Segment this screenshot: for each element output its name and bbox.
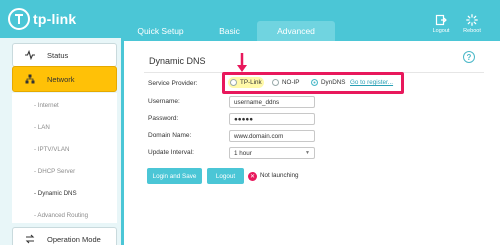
sidebar-item-lan[interactable]: - LAN xyxy=(34,124,50,131)
logout-header-label: Logout xyxy=(432,28,450,34)
sidebar-item-dynamic-dns[interactable]: - Dynamic DNS xyxy=(34,190,77,197)
tab-quick-setup[interactable]: Quick Setup xyxy=(119,21,202,41)
sidebar: Status Network - Internet - LAN - IPTV/V… xyxy=(0,38,121,245)
reboot-header-button[interactable]: Reboot xyxy=(455,14,489,34)
tp-link-logo-icon xyxy=(8,8,30,30)
sidebar-item-label: Status xyxy=(47,50,69,60)
highlight-box xyxy=(222,72,404,94)
brand-name: tp-link xyxy=(33,11,77,27)
sidebar-item-internet[interactable]: - Internet xyxy=(34,102,59,109)
operation-mode-icon xyxy=(25,234,35,244)
username-label: Username: xyxy=(148,98,180,105)
username-input[interactable]: username_ddns xyxy=(229,96,315,108)
password-input[interactable]: ●●●●● xyxy=(229,113,315,125)
error-x-icon: ✕ xyxy=(248,172,257,181)
main-panel: Dynamic DNS ? Service Provider: TP-Link … xyxy=(124,41,500,245)
sidebar-item-label: Operation Mode xyxy=(47,234,101,244)
logout-header-button[interactable]: Logout xyxy=(424,14,458,34)
tab-advanced[interactable]: Advanced xyxy=(257,21,335,41)
sidebar-item-network[interactable]: Network xyxy=(12,66,117,92)
chevron-down-icon: ▼ xyxy=(305,150,310,156)
help-icon[interactable]: ? xyxy=(463,51,475,63)
login-and-save-button[interactable]: Login and Save xyxy=(147,168,202,184)
tab-basic[interactable]: Basic xyxy=(202,21,257,41)
update-interval-label: Update Interval: xyxy=(148,149,194,156)
page-title: Dynamic DNS xyxy=(149,56,206,66)
status-icon xyxy=(25,50,35,60)
sidebar-item-advanced-routing[interactable]: - Advanced Routing xyxy=(34,212,88,219)
launch-status-text: Not launching xyxy=(260,172,299,179)
sidebar-item-label: Network xyxy=(47,74,75,84)
tp-link-logo: tp-link xyxy=(8,8,76,30)
reboot-icon xyxy=(466,14,478,26)
update-interval-value: 1 hour xyxy=(234,149,252,157)
domain-name-label: Domain Name: xyxy=(148,132,192,139)
network-submenu: - Internet - LAN - IPTV/VLAN - DHCP Serv… xyxy=(12,93,117,223)
reboot-header-label: Reboot xyxy=(463,28,481,34)
domain-name-input[interactable]: www.domain.com xyxy=(229,130,315,142)
sidebar-item-operation-mode[interactable]: Operation Mode xyxy=(12,227,117,245)
update-interval-select[interactable]: 1 hour ▼ xyxy=(229,147,315,159)
sidebar-item-dhcp-server[interactable]: - DHCP Server xyxy=(34,168,75,175)
password-label: Password: xyxy=(148,115,179,122)
logout-button[interactable]: Logout xyxy=(207,168,244,184)
pointer-arrow-icon xyxy=(237,53,247,72)
logout-icon xyxy=(435,14,447,26)
sidebar-item-iptv-vlan[interactable]: - IPTV/VLAN xyxy=(34,146,69,153)
top-tabs: Quick Setup Basic Advanced xyxy=(119,21,335,41)
network-icon xyxy=(25,74,35,84)
service-provider-label: Service Provider: xyxy=(148,80,198,87)
sidebar-item-status[interactable]: Status xyxy=(12,43,117,67)
